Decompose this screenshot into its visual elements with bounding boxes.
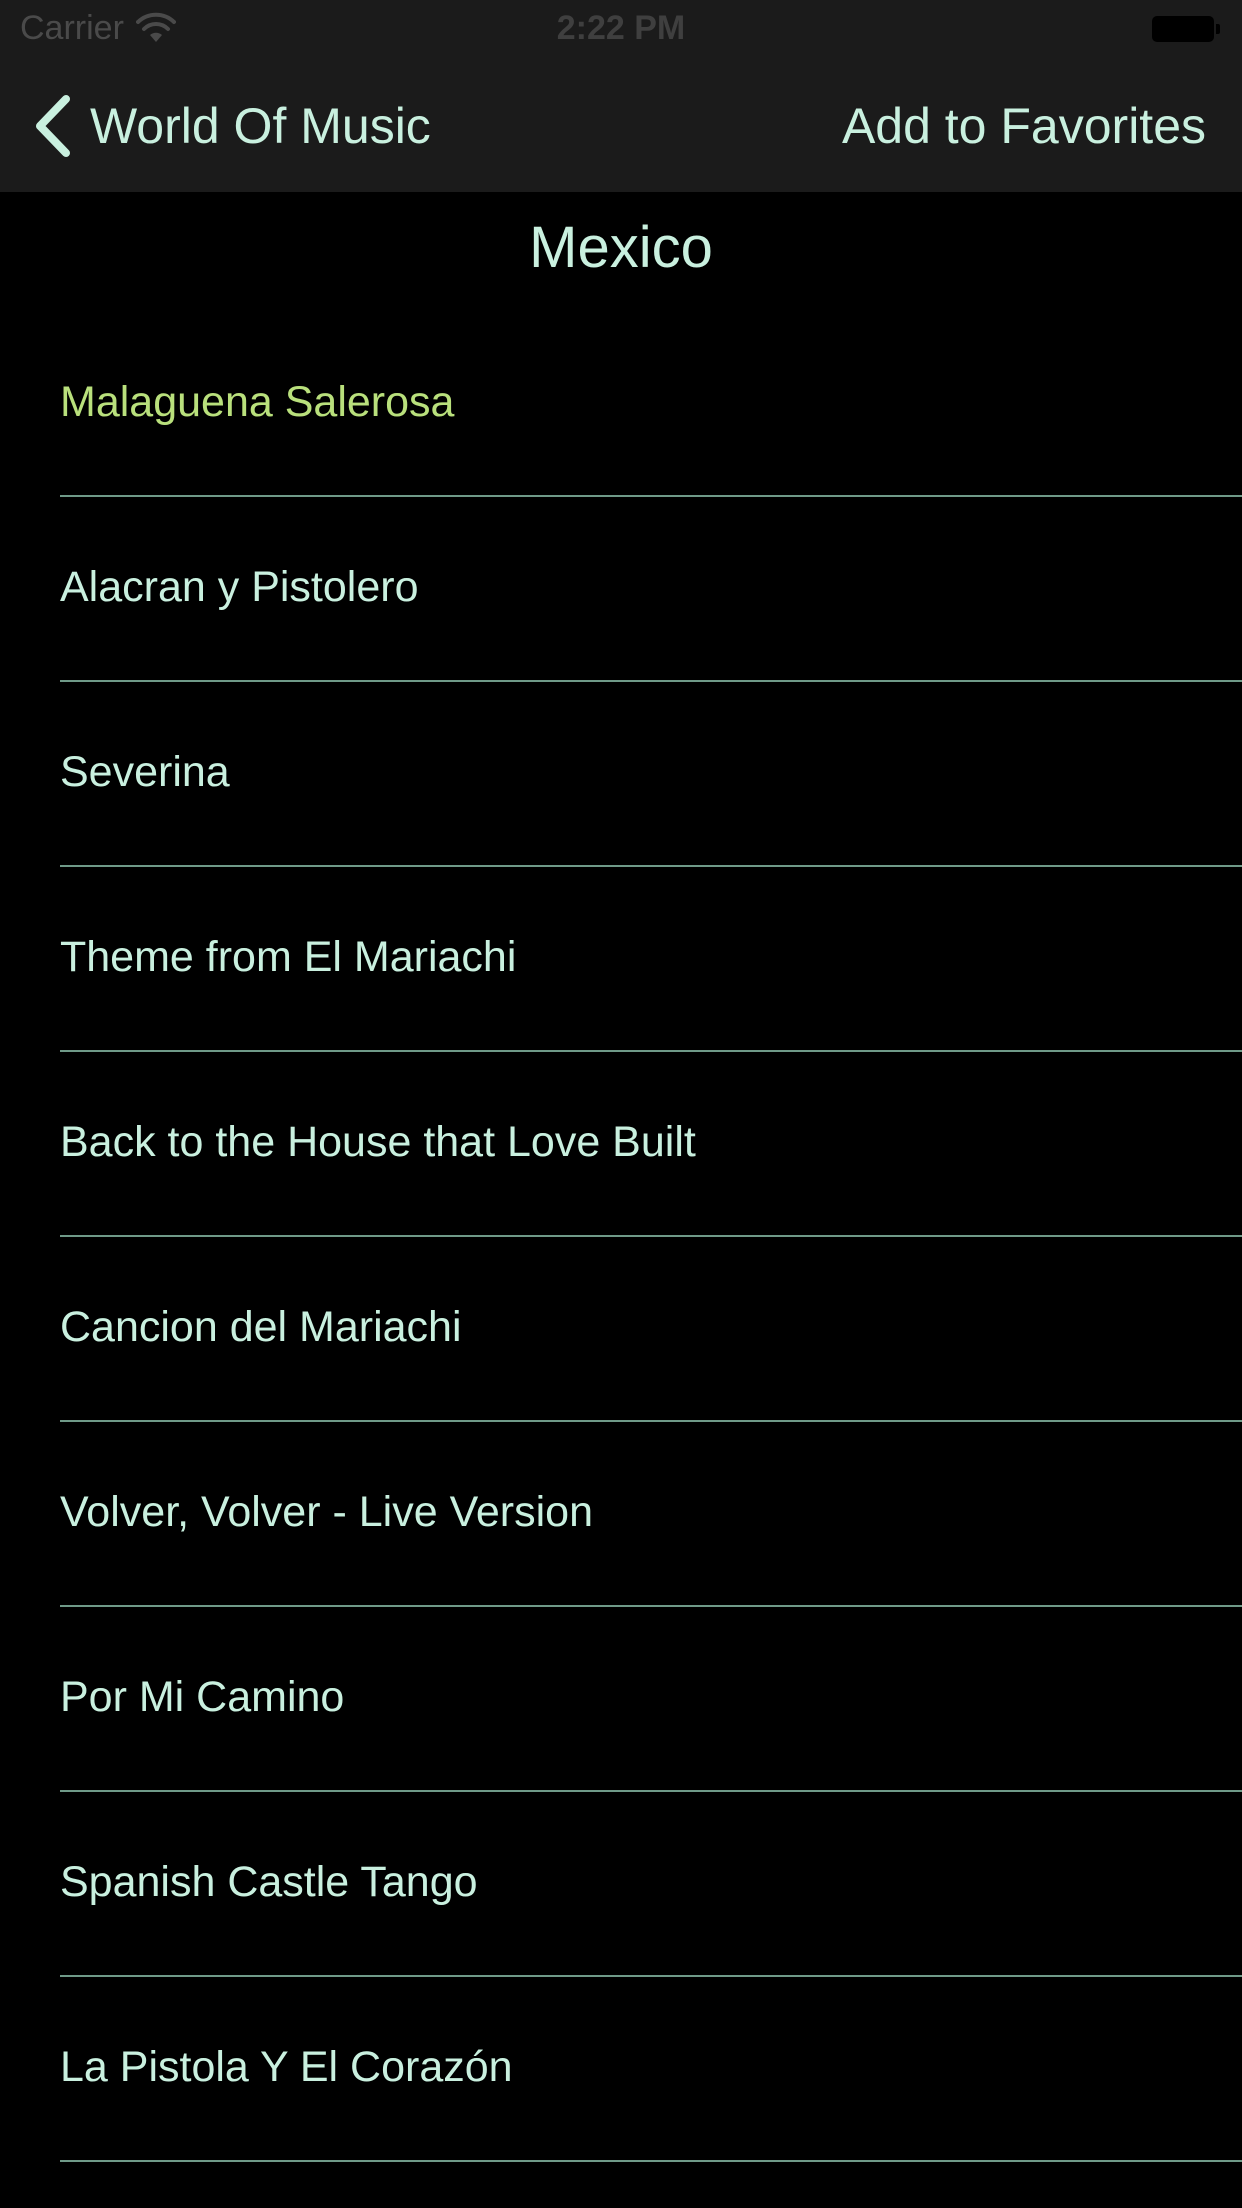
back-button-label: World Of Music [90, 98, 431, 154]
song-title: Volver, Volver - Live Version [60, 1488, 594, 1536]
row-separator [60, 2160, 1242, 2162]
battery-icon [1152, 16, 1222, 42]
song-title: Theme from El Mariachi [60, 933, 517, 981]
song-title: Alacran y Pistolero [60, 563, 419, 611]
navigation-bar: World Of Music Add to Favorites [0, 60, 1242, 192]
song-row[interactable]: Alacran y Pistolero [0, 497, 1242, 682]
song-row[interactable]: Volver, Volver - Live Version [0, 1422, 1242, 1607]
song-title: Por Mi Camino [60, 1673, 345, 1721]
song-list: Malaguena Salerosa Alacran y Pistolero S… [0, 312, 1242, 2162]
song-row[interactable]: Cancion del Mariachi [0, 1237, 1242, 1422]
chevron-left-icon [36, 95, 70, 157]
status-bar: Carrier 2:22 PM [0, 0, 1242, 60]
song-title: Back to the House that Love Built [60, 1118, 696, 1166]
song-title: Severina [60, 748, 230, 796]
song-title: La Pistola Y El Corazón [60, 2043, 513, 2091]
song-row[interactable]: Por Mi Camino [0, 1607, 1242, 1792]
song-title: Spanish Castle Tango [60, 1858, 478, 1906]
song-title: Cancion del Mariachi [60, 1303, 462, 1351]
song-row[interactable]: Back to the House that Love Built [0, 1052, 1242, 1237]
page-title: Mexico [529, 215, 713, 280]
song-row[interactable]: Spanish Castle Tango [0, 1792, 1242, 1977]
song-row[interactable]: Severina [0, 682, 1242, 867]
song-title: Malaguena Salerosa [60, 378, 455, 426]
battery-body [1152, 16, 1214, 42]
add-to-favorites-button[interactable]: Add to Favorites [842, 92, 1206, 160]
back-button[interactable]: World Of Music [34, 92, 431, 160]
status-time: 2:22 PM [556, 9, 686, 47]
battery-tip [1216, 24, 1220, 34]
song-row[interactable]: Theme from El Mariachi [0, 867, 1242, 1052]
song-row[interactable]: La Pistola Y El Corazón [0, 1977, 1242, 2162]
song-row[interactable]: Malaguena Salerosa [0, 312, 1242, 497]
